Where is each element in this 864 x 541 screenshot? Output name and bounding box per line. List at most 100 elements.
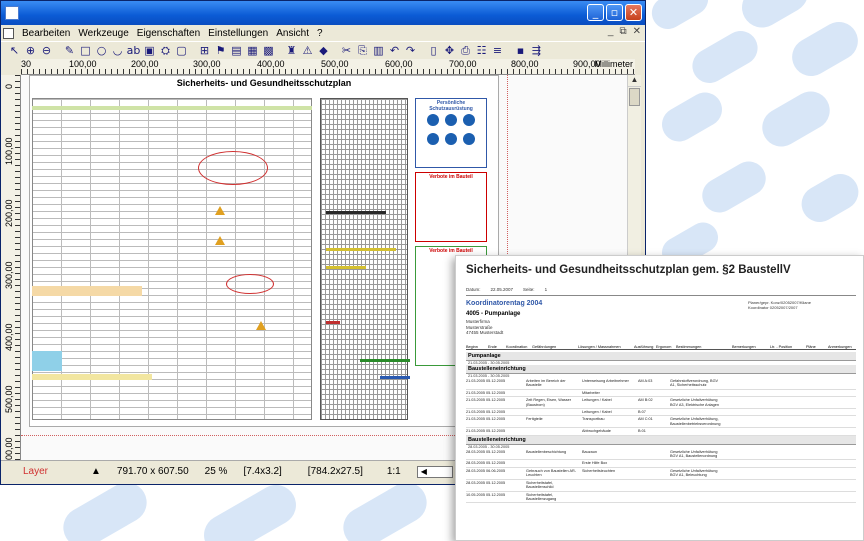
table-row: 28.03.2005 06.06.2005 Gebrauch von Bauste…: [466, 468, 856, 480]
bg-shape: [734, 0, 816, 35]
cut-icon[interactable]: ✂: [339, 43, 354, 58]
close-button[interactable]: ✕: [625, 4, 642, 21]
menu-werkzeuge[interactable]: Werkzeuge: [74, 28, 132, 39]
export-icon[interactable]: ⇶: [529, 43, 544, 58]
bg-shape: [196, 477, 304, 541]
ruler-label: 800,00: [511, 59, 539, 69]
scroll-left-icon[interactable]: ◀: [421, 467, 427, 476]
pointer-icon[interactable]: ↖: [7, 43, 22, 58]
table-cell: AM B:02: [638, 398, 653, 403]
horizontal-scroll[interactable]: ◀: [416, 465, 453, 478]
menu-ansicht[interactable]: Ansicht: [272, 28, 313, 39]
redo-icon[interactable]: ↷: [403, 43, 418, 58]
table-cell: Gefahrstoffverordnung, BGV A1, Sicherhei…: [670, 379, 719, 388]
app-icon[interactable]: [5, 6, 19, 20]
paste-icon[interactable]: ▥: [371, 43, 386, 58]
table-cell: Leitungen / Kabel: [582, 410, 612, 415]
menu-bar: Bearbeiten Werkzeuge Eigenschaften Einst…: [1, 25, 645, 41]
cursor-coords: [784.2x27.5]: [307, 466, 363, 477]
table-cell: B:07: [638, 410, 646, 415]
save-icon[interactable]: ▪: [513, 43, 528, 58]
table-cell: 28.03.2005 05.12.2005: [466, 449, 506, 454]
table-cell: Arbeiten im Bereich der Baustelle: [526, 379, 566, 388]
properties-icon[interactable]: ☷: [474, 43, 489, 58]
table-row: 21.03.2005 05.12.2005 Abbruchgebäude B:01: [466, 428, 856, 436]
zoom-out-icon[interactable]: ⊖: [39, 43, 54, 58]
table-cell: [670, 429, 726, 433]
menu-einstellungen[interactable]: Einstellungen: [204, 28, 272, 39]
table-body: Pumpanlage 21.03.2005 - 30.05.2005 Baustel…: [466, 352, 856, 504]
table-cell: Gebrauch von Baustellen AR-Leuchten: [526, 468, 577, 478]
table-row: 10.05.2005 05.12.2005 Sicherheitstafel, B…: [466, 492, 856, 504]
ruler-label: 0: [4, 83, 14, 89]
zoom-level: 25 %: [204, 466, 228, 477]
ellipse-icon[interactable]: ○: [94, 43, 109, 58]
bg-shape: [686, 24, 764, 90]
company-name: Koordinatorentag 2004: [466, 300, 543, 307]
arc-icon[interactable]: ◡: [110, 43, 125, 58]
table-cell: 28.03.2005 06.06.2005: [466, 468, 506, 473]
stamp-icon[interactable]: ⛭: [158, 43, 173, 58]
ruler-label: 30: [21, 59, 32, 69]
scroll-thumb[interactable]: [629, 88, 640, 106]
table-cell: 10.05.2005 05.12.2005: [466, 492, 506, 497]
table-cell: [670, 391, 726, 395]
table-cell: 21.03.2005 05.12.2005: [466, 417, 506, 422]
seite-value: 1: [544, 287, 548, 292]
table-cell: [638, 450, 670, 459]
ruler-label: 100,00: [69, 59, 97, 69]
mdi-minimize-button[interactable]: _: [608, 26, 614, 37]
diamond-icon[interactable]: ◆: [316, 43, 331, 58]
table-cell: 21.03.2005 05.12.2005: [466, 398, 506, 403]
image-icon[interactable]: ▣: [142, 43, 157, 58]
ppe-panel-title: Persönliche Schutzausrüstung: [429, 100, 473, 112]
section-header: Baustelleneinrichtung: [466, 435, 856, 445]
warning-icon[interactable]: ⚠: [300, 43, 315, 58]
scroll-up-icon[interactable]: ▲: [628, 75, 641, 87]
menu-help[interactable]: ?: [313, 28, 327, 39]
undo-icon[interactable]: ↶: [387, 43, 402, 58]
layer-label[interactable]: Layer: [1, 466, 71, 477]
copy-icon[interactable]: ⎘: [355, 43, 370, 58]
table-cell: B:01: [638, 429, 646, 434]
table-cell: [526, 429, 582, 433]
ruler-label: 700,00: [449, 59, 477, 69]
bottle-icon[interactable]: ♜: [284, 43, 299, 58]
gantt-bar: [380, 376, 410, 379]
maximize-button[interactable]: ▫: [606, 4, 623, 21]
new-page-icon[interactable]: ▯: [426, 43, 441, 58]
chart-icon[interactable]: ▩: [261, 43, 276, 58]
document-icon[interactable]: [3, 27, 14, 39]
section-header: Baustelleneinrichtung: [466, 365, 856, 374]
pen-icon[interactable]: ✎: [62, 43, 77, 58]
table-cell: Sicherheitstafel, Baustellenschild: [526, 480, 554, 490]
minimize-button[interactable]: _: [587, 4, 604, 21]
table-row: 21.03.2005 05.12.2005 Zeit Regen, Eisen, …: [466, 397, 856, 410]
highlight-ellipse: [226, 274, 274, 294]
mdi-close-button[interactable]: ✕: [633, 26, 641, 37]
gantt-bar: [360, 359, 410, 362]
table-row: 21.03.2005 05.12.2005 Mitarbeiter: [466, 390, 856, 398]
menu-bearbeiten[interactable]: Bearbeiten: [18, 28, 74, 39]
frame-icon[interactable]: ▢: [174, 43, 189, 58]
rectangle-icon[interactable]: □: [78, 43, 93, 58]
table-icon[interactable]: ▦: [245, 43, 260, 58]
text-icon[interactable]: ab: [126, 43, 141, 58]
scale: 1:1: [386, 466, 401, 477]
zoom-in-icon[interactable]: ⊕: [23, 43, 38, 58]
flag-icon[interactable]: ⚑: [213, 43, 228, 58]
mask-icon: [445, 133, 457, 145]
ruler-label: 200,00: [131, 59, 159, 69]
prohibition-panel-title: Verbote im Bauteil: [429, 174, 473, 180]
mdi-restore-button[interactable]: ⧉: [619, 26, 626, 37]
title-bar: _ ▫ ✕: [1, 1, 645, 25]
table-cell: Transportbau: [582, 417, 605, 422]
table-row: 28.03.2005 05.12.2005 Erste Hilfe Box: [466, 460, 856, 468]
grid-icon[interactable]: ⊞: [197, 43, 212, 58]
warning-icon: [256, 321, 266, 330]
print-icon[interactable]: ⎙: [458, 43, 473, 58]
gantt-icon[interactable]: ▤: [229, 43, 244, 58]
menu-eigenschaften[interactable]: Eigenschaften: [133, 28, 204, 39]
layers-icon[interactable]: ≡: [490, 43, 505, 58]
move-icon[interactable]: ✥: [442, 43, 457, 58]
